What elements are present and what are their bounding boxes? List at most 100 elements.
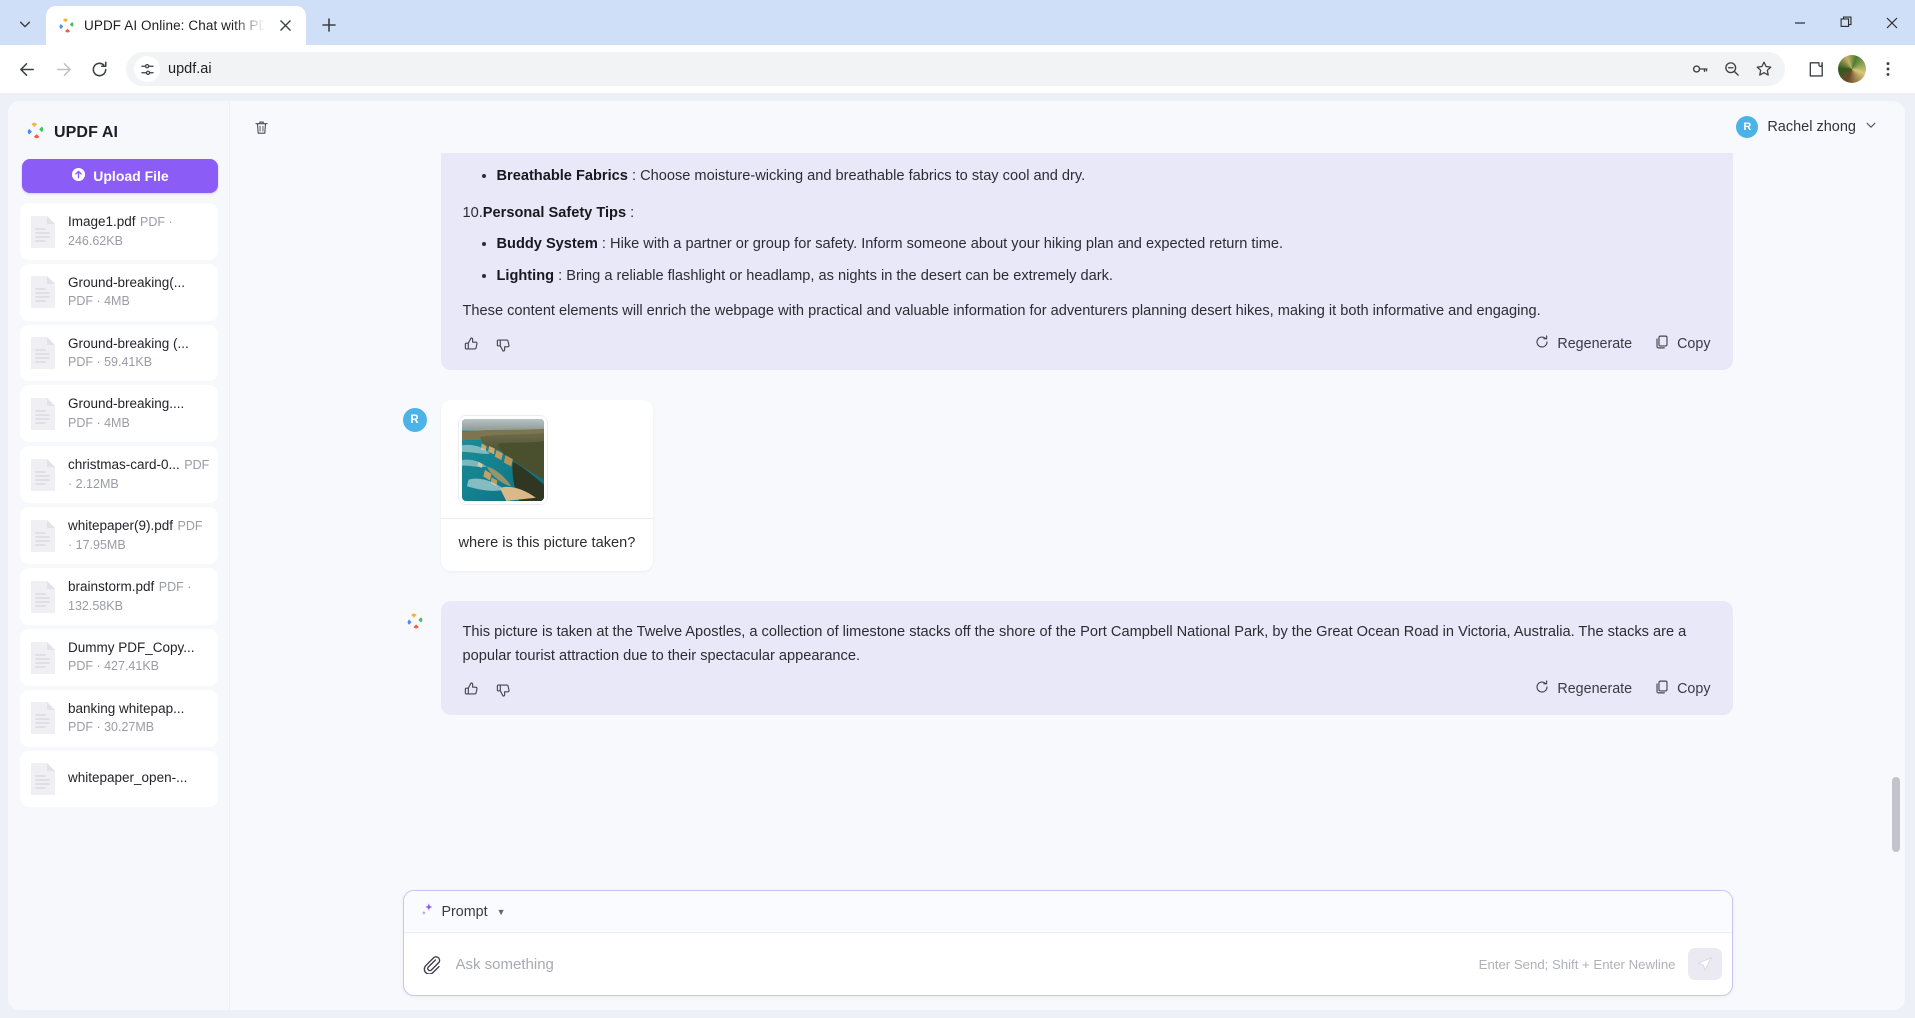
thumbs-down-icon[interactable] [495, 680, 513, 698]
regenerate-label: Regenerate [1557, 681, 1633, 698]
list-item[interactable]: whitepaper_open-... [20, 750, 218, 807]
prompt-dropdown[interactable]: Prompt ▼ [420, 902, 506, 921]
list-item[interactable]: banking whitepap... PDF · 30.27MB [20, 689, 218, 747]
pdf-file-icon [28, 579, 58, 615]
thumbs-up-icon[interactable] [463, 680, 481, 698]
bullet-text: : Bring a reliable flashlight or headlam… [554, 267, 1113, 284]
message-primary-actions: Regenerate Copy [1534, 679, 1711, 699]
sidebar: UPDF AI Upload File Image1.pdf PDF · 246… [8, 101, 230, 1010]
file-meta: christmas-card-0... PDF · 2.12MB [68, 456, 210, 493]
toolbar-right-actions [1795, 52, 1905, 86]
list-item[interactable]: Ground-breaking (... PDF · 59.41KB [20, 324, 218, 382]
sparkle-icon [420, 902, 435, 921]
paperclip-icon[interactable] [418, 951, 444, 977]
app-brand-label: UPDF AI [54, 124, 119, 141]
file-name: Image1.pdf [68, 214, 136, 229]
list-item[interactable]: Ground-breaking.... PDF · 4MB [20, 385, 218, 443]
back-arrow-icon[interactable] [10, 52, 44, 86]
site-settings-icon[interactable] [134, 56, 160, 82]
window-maximize-button[interactable] [1823, 0, 1869, 45]
file-name: whitepaper_open-... [68, 770, 188, 786]
updf-logo-icon [26, 121, 45, 145]
composer-input-row: Enter Send; Shift + Enter Newline [404, 933, 1732, 995]
copy-button[interactable]: Copy [1654, 334, 1711, 354]
pdf-file-icon [28, 457, 58, 493]
avatar: R [1736, 116, 1759, 138]
extensions-puzzle-icon[interactable] [1799, 52, 1833, 86]
assistant-bubble: Breathable Fabrics : Choose moisture-wic… [440, 153, 1733, 371]
forward-arrow-icon [46, 52, 80, 86]
regenerate-icon [1534, 679, 1550, 699]
coastal-cliffs-photo[interactable] [458, 416, 547, 505]
browser-tab[interactable]: UPDF AI Online: Chat with PDF a [46, 6, 306, 45]
file-meta: Ground-breaking(... PDF · 4MB [68, 274, 210, 311]
file-meta: brainstorm.pdf PDF · 132.58KB [68, 578, 210, 615]
scrollbar[interactable] [1891, 159, 1901, 994]
file-list[interactable]: Image1.pdf PDF · 246.62KB Ground-breakin… [20, 203, 220, 1010]
avatar [1838, 55, 1866, 83]
user-name-label: Rachel zhong [1767, 119, 1856, 135]
profile-avatar[interactable] [1835, 52, 1869, 86]
window-minimize-button[interactable] [1777, 0, 1823, 45]
bullet-term: Buddy System [496, 236, 598, 253]
zoom-out-icon[interactable] [1717, 54, 1747, 84]
pdf-file-icon [28, 335, 58, 371]
file-name: Ground-breaking (... [68, 335, 189, 351]
list-item[interactable]: brainstorm.pdf PDF · 132.58KB [20, 568, 218, 626]
pdf-file-icon [28, 396, 58, 432]
list-item[interactable]: Dummy PDF_Copy... PDF · 427.41KB [20, 629, 218, 686]
heading-tail: : [626, 204, 635, 221]
bullet-term: Lighting [496, 267, 555, 284]
copy-button[interactable]: Copy [1654, 679, 1711, 699]
chat-message-list[interactable]: Breathable Fabrics : Choose moisture-wic… [230, 153, 1905, 884]
pdf-file-icon [28, 640, 58, 676]
updf-logo-icon [58, 17, 75, 34]
new-tab-button[interactable] [314, 10, 344, 40]
heading-number: 10. [462, 204, 483, 221]
passwords-key-icon[interactable] [1685, 54, 1715, 84]
regenerate-button[interactable]: Regenerate [1534, 679, 1632, 699]
regenerate-icon [1534, 334, 1550, 354]
search-input[interactable] [455, 955, 1467, 973]
copy-label: Copy [1677, 681, 1711, 698]
chat-panel: R Rachel zhong Breathable Fabrics : Choo… [230, 101, 1905, 1010]
window-close-button[interactable] [1869, 0, 1915, 45]
window-controls [1777, 0, 1915, 45]
app-brand: UPDF AI [26, 121, 220, 145]
bookmark-star-icon[interactable] [1749, 54, 1779, 84]
regenerate-label: Regenerate [1557, 336, 1633, 353]
list-item[interactable]: whitepaper(9).pdf PDF · 17.95MB [20, 507, 218, 565]
list-item[interactable]: christmas-card-0... PDF · 2.12MB [20, 446, 218, 504]
message-primary-actions: Regenerate Copy [1534, 334, 1711, 354]
thumbs-up-icon[interactable] [463, 335, 481, 353]
chat-message-assistant: This picture is taken at the Twelve Apos… [403, 601, 1733, 716]
pdf-file-icon [28, 761, 58, 797]
message-actions: Regenerate Copy [463, 334, 1711, 360]
reload-icon[interactable] [82, 52, 116, 86]
tab-close-icon[interactable] [274, 15, 296, 37]
file-meta: whitepaper(9).pdf PDF · 17.95MB [68, 517, 210, 554]
address-bar[interactable]: updf.ai [126, 52, 1785, 86]
file-meta: whitepaper_open-... [68, 769, 187, 788]
user-account-menu[interactable]: R Rachel zhong [1730, 112, 1883, 142]
bullet-text: : Choose moisture-wicking and breathable… [627, 168, 1086, 184]
bullet-term: Breathable Fabrics [496, 168, 628, 184]
file-name: brainstorm.pdf [68, 579, 155, 595]
thumbs-down-icon[interactable] [495, 335, 513, 353]
list-item: Breathable Fabrics : Choose moisture-wic… [497, 165, 1711, 189]
address-bar-url: updf.ai [168, 61, 212, 77]
pdf-file-icon [28, 274, 58, 310]
file-meta: Ground-breaking.... PDF · 4MB [68, 395, 210, 432]
file-size: PDF · 4MB [68, 294, 130, 309]
trash-icon[interactable] [246, 112, 276, 142]
chrome-menu-icon[interactable] [1871, 52, 1905, 86]
list-item[interactable]: Ground-breaking(... PDF · 4MB [20, 264, 218, 321]
browser-toolbar: updf.ai [0, 45, 1915, 93]
scrollbar-thumb[interactable] [1892, 776, 1900, 853]
upload-file-button[interactable]: Upload File [22, 159, 218, 193]
send-button[interactable] [1687, 948, 1722, 980]
tab-search-button[interactable] [8, 7, 42, 41]
bullet-text: : Hike with a partner or group for safet… [597, 236, 1284, 253]
regenerate-button[interactable]: Regenerate [1534, 334, 1632, 354]
list-item[interactable]: Image1.pdf PDF · 246.62KB [20, 203, 218, 260]
